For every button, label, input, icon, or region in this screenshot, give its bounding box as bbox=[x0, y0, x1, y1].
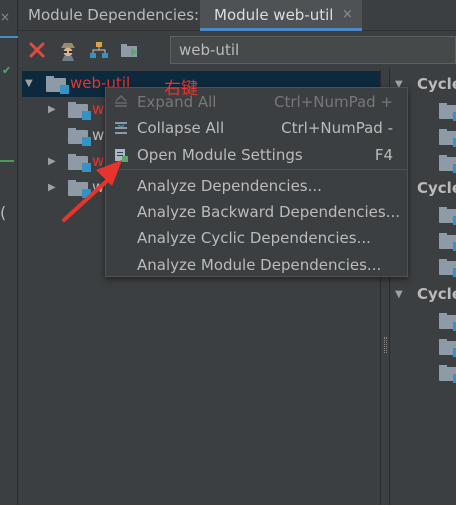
check-icon: ✔ bbox=[2, 64, 12, 77]
module-folder-icon bbox=[439, 313, 456, 331]
menu-item-label: Analyze Cyclic Dependencies... bbox=[137, 229, 371, 247]
cycle-group-header[interactable]: ▼ Cycle bbox=[391, 283, 456, 307]
collapse-triangle-icon[interactable]: ▶ bbox=[48, 182, 56, 193]
menu-item-analyze-cyclic-dependencies[interactable]: Analyze Cyclic Dependencies... bbox=[106, 225, 407, 251]
menu-item-label: Analyze Module Dependencies... bbox=[137, 256, 382, 274]
menu-item-label: Analyze Backward Dependencies... bbox=[137, 203, 400, 221]
module-folder-icon bbox=[439, 233, 456, 251]
module-folder-icon bbox=[68, 128, 91, 146]
tab-label: Module web-util bbox=[214, 6, 334, 24]
menu-item-shortcut: Ctrl+NumPad + bbox=[273, 93, 393, 111]
tool-window-header: Module Dependencies: Module web-util × bbox=[18, 0, 456, 31]
module-search-field[interactable] bbox=[170, 36, 456, 64]
spy-icon[interactable] bbox=[57, 39, 79, 61]
left-tool-strip: × ✔ ( bbox=[0, 0, 18, 505]
menu-item-label: Open Module Settings bbox=[137, 146, 303, 164]
menu-item-analyze-dependencies[interactable]: Analyze Dependencies... bbox=[106, 173, 407, 199]
module-folder-icon bbox=[439, 207, 456, 225]
tool-window-title: Module Dependencies: bbox=[28, 6, 200, 24]
module-folder-icon bbox=[46, 76, 69, 94]
module-folder-icon bbox=[439, 339, 456, 357]
module-folder-icon bbox=[439, 155, 456, 173]
collapse-triangle-icon[interactable]: ▶ bbox=[48, 156, 56, 167]
module-folder-icon bbox=[439, 103, 456, 121]
module-folder-icon bbox=[68, 154, 91, 172]
status-line bbox=[0, 160, 14, 162]
folder-arrow-icon[interactable] bbox=[119, 39, 141, 61]
menu-item-label: Collapse All bbox=[137, 119, 225, 137]
tree-context-menu: Expand All Ctrl+NumPad + Collapse All Ct… bbox=[105, 87, 408, 277]
close-red-x-icon[interactable] bbox=[26, 39, 48, 61]
expand-triangle-icon[interactable]: ▼ bbox=[395, 289, 403, 300]
module-folder-icon bbox=[439, 259, 456, 277]
menu-item-analyze-backward-dependencies[interactable]: Analyze Backward Dependencies... bbox=[106, 199, 407, 225]
module-settings-icon bbox=[113, 147, 129, 163]
active-indicator bbox=[0, 36, 18, 38]
toolbar bbox=[18, 32, 456, 68]
menu-item-label: Analyze Dependencies... bbox=[137, 177, 322, 195]
menu-item-expand-all[interactable]: Expand All Ctrl+NumPad + bbox=[106, 89, 407, 115]
module-folder-icon bbox=[439, 129, 456, 147]
expand-triangle-icon[interactable]: ▼ bbox=[25, 78, 33, 89]
annotation-label: 右键 bbox=[164, 79, 198, 99]
cycle-group-label: Cycle bbox=[417, 75, 456, 93]
expand-all-icon bbox=[113, 94, 129, 110]
menu-item-analyze-module-dependencies[interactable]: Analyze Module Dependencies... bbox=[106, 252, 407, 278]
tab-module-web-util[interactable]: Module web-util × bbox=[200, 0, 362, 31]
truncated-text: ( bbox=[0, 203, 7, 222]
close-icon[interactable]: × bbox=[0, 10, 10, 24]
menu-item-collapse-all[interactable]: Collapse All Ctrl+NumPad - bbox=[106, 115, 407, 141]
module-folder-icon bbox=[68, 180, 91, 198]
menu-separator bbox=[106, 169, 407, 170]
splitter-grip[interactable] bbox=[384, 337, 387, 353]
collapse-triangle-icon[interactable]: ▶ bbox=[48, 104, 56, 115]
hierarchy-icon[interactable] bbox=[88, 39, 110, 61]
module-folder-icon bbox=[68, 102, 91, 120]
menu-item-shortcut: F4 bbox=[374, 146, 393, 164]
collapse-all-icon bbox=[113, 120, 129, 136]
cycle-group-label: Cycle bbox=[417, 285, 456, 303]
cycle-group-label: Cycle bbox=[417, 179, 456, 197]
search-input[interactable] bbox=[171, 37, 455, 63]
tab-close-icon[interactable]: × bbox=[342, 7, 353, 22]
menu-item-open-module-settings[interactable]: Open Module Settings F4 bbox=[106, 142, 407, 168]
module-folder-icon bbox=[439, 365, 456, 383]
menu-item-shortcut: Ctrl+NumPad - bbox=[281, 119, 393, 137]
